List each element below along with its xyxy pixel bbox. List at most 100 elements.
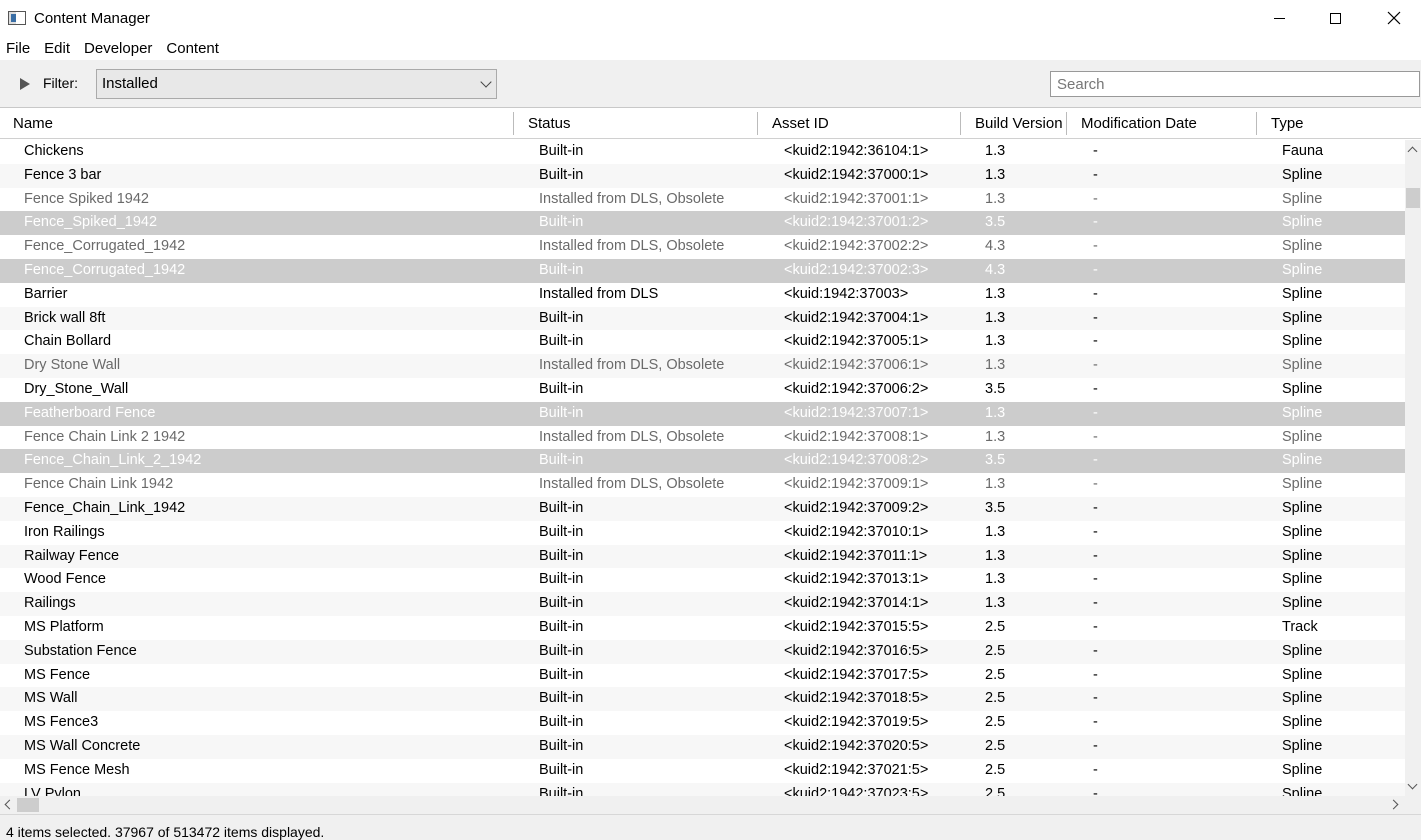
cell-name: MS Wall: [24, 690, 78, 707]
column-divider[interactable]: [1256, 112, 1257, 135]
cell-type: Spline: [1282, 285, 1323, 302]
cell-asset-id: <kuid2:1942:37008:2>: [784, 452, 929, 469]
column-header-status[interactable]: Status: [524, 108, 571, 139]
cell-build-version: 2.5: [985, 618, 1006, 635]
close-button[interactable]: [1371, 0, 1417, 36]
cell-name: Dry Stone Wall: [24, 357, 121, 374]
cell-status: Installed from DLS, Obsolete: [539, 428, 725, 445]
horizontal-scrollbar[interactable]: [0, 796, 1405, 814]
cell-build-version: 1.3: [985, 428, 1006, 445]
cell-name: Fence_Chain_Link_1942: [24, 499, 186, 516]
table-row[interactable]: Railings Built-in <kuid2:1942:37014:1> 1.3 -…: [0, 592, 1405, 616]
chevron-down-icon: [480, 76, 492, 88]
menu-content[interactable]: Content: [160, 36, 227, 61]
cell-asset-id: <kuid2:1942:37005:1>: [784, 333, 929, 350]
menu-file[interactable]: File: [0, 36, 38, 61]
table-row[interactable]: Fence_Corrugated_1942 Built-in <kuid2:1942…: [0, 258, 1405, 283]
table-row[interactable]: LV Pylon Built-in <kuid2:1942:37023:5> 2.5 -…: [0, 782, 1405, 796]
cell-modification-date: -: [1093, 380, 1098, 397]
cell-modification-date: -: [1093, 571, 1098, 588]
window-title: Content Manager: [34, 9, 150, 27]
table-row[interactable]: MS Platform Built-in <kuid2:1942:37015:5> 2…: [0, 616, 1405, 640]
table-row[interactable]: MS Fence Mesh Built-in <kuid2:1942:37021:5…: [0, 759, 1405, 783]
column-header-name[interactable]: Name: [9, 108, 53, 139]
column-divider[interactable]: [960, 112, 961, 135]
cell-build-version: 2.5: [985, 761, 1006, 778]
scroll-down-icon[interactable]: [1407, 779, 1418, 790]
cell-status: Built-in: [539, 547, 584, 564]
vertical-scroll-thumb[interactable]: [1406, 188, 1420, 208]
table-row[interactable]: Fence_Corrugated_1942 Installed from DLS,…: [0, 235, 1405, 259]
column-header-asset-id[interactable]: Asset ID: [768, 108, 829, 139]
table-row[interactable]: MS Fence3 Built-in <kuid2:1942:37019:5> 2.5…: [0, 711, 1405, 735]
table-row[interactable]: Fence_Spiked_1942 Built-in <kuid2:1942:370…: [0, 211, 1405, 236]
cell-type: Spline: [1282, 261, 1323, 278]
horizontal-scroll-thumb[interactable]: [17, 798, 39, 812]
search-input[interactable]: [1050, 71, 1420, 97]
column-header-build-version[interactable]: Build Version: [971, 108, 1063, 139]
column-header-type[interactable]: Type: [1267, 108, 1304, 139]
cell-status: Built-in: [539, 618, 584, 635]
menu-edit[interactable]: Edit: [38, 36, 78, 61]
table-row[interactable]: Chickens Built-in <kuid2:1942:36104:1> 1.3 -…: [0, 140, 1405, 164]
table-row[interactable]: Dry Stone Wall Installed from DLS, Obsole…: [0, 354, 1405, 378]
filter-dropdown[interactable]: Installed: [96, 69, 497, 99]
scroll-up-icon[interactable]: [1407, 146, 1418, 157]
table-row[interactable]: Railway Fence Built-in <kuid2:1942:37011:1…: [0, 544, 1405, 569]
table-row[interactable]: MS Fence Built-in <kuid2:1942:37017:5> 2.5 -…: [0, 664, 1405, 688]
table-row[interactable]: Fence_Chain_Link_2_1942 Built-in <kuid2:19…: [0, 449, 1405, 474]
table-row[interactable]: Substation Fence Built-in <kuid2:1942:3701…: [0, 639, 1405, 664]
column-divider[interactable]: [1066, 112, 1067, 135]
cell-asset-id: <kuid2:1942:37006:2>: [784, 380, 929, 397]
maximize-button[interactable]: [1312, 0, 1358, 36]
cell-type: Spline: [1282, 333, 1323, 350]
cell-name: Fence_Chain_Link_2_1942: [24, 452, 202, 469]
menu-developer[interactable]: Developer: [78, 36, 160, 61]
cell-modification-date: -: [1093, 642, 1098, 659]
cell-status: Built-in: [539, 761, 584, 778]
maximize-icon: [1329, 12, 1341, 24]
cell-name: MS Fence3: [24, 714, 99, 731]
column-header-modification-date[interactable]: Modification Date: [1077, 108, 1197, 139]
cell-modification-date: -: [1093, 238, 1098, 255]
cell-modification-date: -: [1093, 785, 1098, 796]
cell-name: Chain Bollard: [24, 333, 112, 350]
cell-type: Spline: [1282, 428, 1323, 445]
vertical-scrollbar[interactable]: [1405, 140, 1421, 796]
cell-asset-id: <kuid2:1942:37014:1>: [784, 595, 929, 612]
cell-asset-id: <kuid2:1942:37015:5>: [784, 618, 929, 635]
expand-filter-icon[interactable]: [20, 78, 30, 90]
cell-build-version: 3.5: [985, 452, 1006, 469]
column-divider[interactable]: [513, 112, 514, 135]
cell-asset-id: <kuid2:1942:37002:3>: [784, 261, 929, 278]
table-row[interactable]: Wood Fence Built-in <kuid2:1942:37013:1> 1.…: [0, 568, 1405, 592]
table-row[interactable]: MS Wall Built-in <kuid2:1942:37018:5> 2.5 - S…: [0, 687, 1405, 712]
table-row[interactable]: Featherboard Fence Built-in <kuid2:1942:37…: [0, 401, 1405, 426]
cell-name: Brick wall 8ft: [24, 309, 106, 326]
cell-modification-date: -: [1093, 309, 1098, 326]
table-row[interactable]: Brick wall 8ft Built-in <kuid2:1942:37004:…: [0, 306, 1405, 331]
cell-modification-date: -: [1093, 714, 1098, 731]
cell-name: Fence Chain Link 1942: [24, 476, 174, 493]
scroll-left-icon[interactable]: [4, 799, 15, 810]
table-row[interactable]: Dry_Stone_Wall Built-in <kuid2:1942:37006:…: [0, 378, 1405, 402]
table-row[interactable]: Fence Chain Link 1942 Installed from DLS,…: [0, 473, 1405, 497]
cell-build-version: 3.5: [985, 214, 1006, 231]
cell-type: Spline: [1282, 380, 1323, 397]
cell-type: Track: [1282, 618, 1318, 635]
table-row[interactable]: Fence Chain Link 2 1942 Installed from DL…: [0, 426, 1405, 450]
scroll-right-icon[interactable]: [1388, 799, 1399, 810]
table-row[interactable]: MS Wall Concrete Built-in <kuid2:1942:3702…: [0, 734, 1405, 759]
column-divider[interactable]: [757, 112, 758, 135]
cell-modification-date: -: [1093, 357, 1098, 374]
table-row[interactable]: Barrier Installed from DLS <kuid:1942:3700…: [0, 283, 1405, 307]
table-row[interactable]: Chain Bollard Built-in <kuid2:1942:37005:1…: [0, 330, 1405, 354]
cell-name: Railings: [24, 595, 76, 612]
table-row[interactable]: Fence 3 bar Built-in <kuid2:1942:37000:1> 1…: [0, 163, 1405, 188]
cell-build-version: 1.3: [985, 547, 1006, 564]
table-row[interactable]: Fence Spiked 1942 Installed from DLS, Obs…: [0, 188, 1405, 212]
table-row[interactable]: Iron Railings Built-in <kuid2:1942:37010:1…: [0, 521, 1405, 545]
cell-build-version: 4.3: [985, 261, 1006, 278]
table-row[interactable]: Fence_Chain_Link_1942 Built-in <kuid2:1942…: [0, 496, 1405, 521]
minimize-button[interactable]: [1256, 0, 1302, 36]
